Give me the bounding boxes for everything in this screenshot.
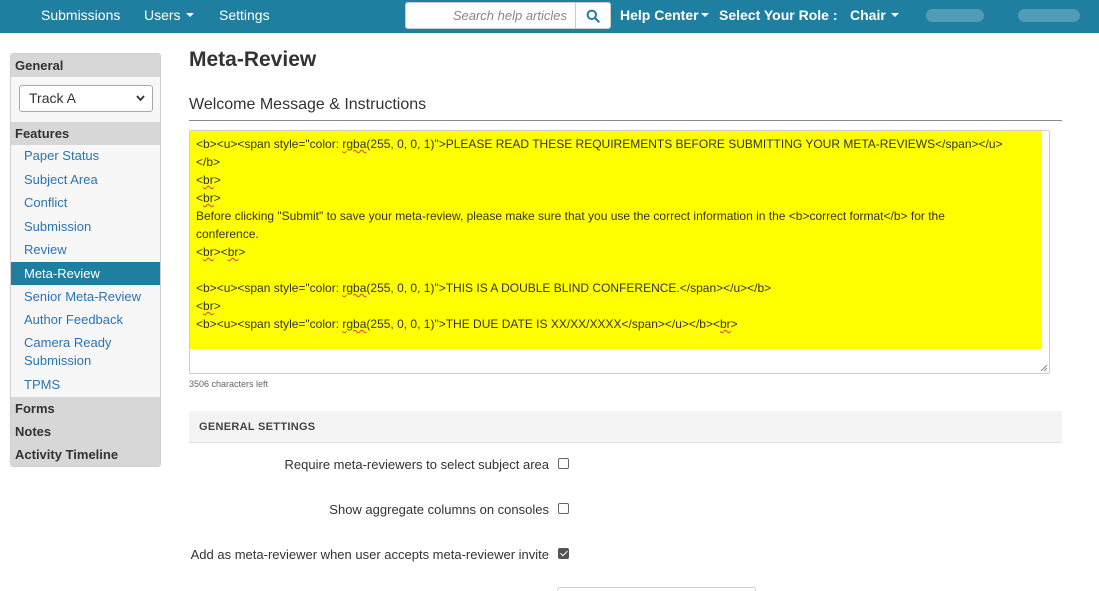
nav-submissions[interactable]: Submissions xyxy=(41,0,120,33)
search-button[interactable] xyxy=(575,3,610,28)
editor-line: <b><u><span style="color: rgba(255, 0, 0… xyxy=(196,281,772,295)
editor-line: <b><u><span style="color: rgba(255, 0, 0… xyxy=(196,137,1003,151)
sidebar-item-senior-meta-review[interactable]: Senior Meta-Review xyxy=(11,288,160,306)
sidebar-header-activity-timeline[interactable]: Activity Timeline xyxy=(11,443,160,466)
role-label: Chair xyxy=(850,7,886,23)
nav-users-label: Users xyxy=(144,7,181,23)
editor-line: <br> xyxy=(196,299,221,313)
editor-line: </b> xyxy=(196,155,221,169)
sidebar-item-conflict[interactable]: Conflict xyxy=(11,194,160,212)
chevron-down-icon xyxy=(136,95,145,102)
sidebar-item-camera-ready-submission[interactable]: Camera Ready Submission xyxy=(11,334,131,370)
page-title: Meta-Review xyxy=(189,48,317,71)
sidebar-item-submission[interactable]: Submission xyxy=(11,218,160,236)
welcome-message-editor[interactable]: <b><u><span style="color: rgba(255, 0, 0… xyxy=(189,130,1050,374)
sidebar-item-review[interactable]: Review xyxy=(11,241,160,259)
editor-line: <br><br> xyxy=(196,245,246,259)
editor-line: conference. xyxy=(196,227,259,241)
add-meta-reviewer-checkbox[interactable] xyxy=(558,548,569,559)
editor-line: <br> xyxy=(196,191,221,205)
editor-line: Before clicking "Submit" to save your me… xyxy=(196,209,945,223)
nav-help-center[interactable]: Help Center xyxy=(620,0,709,33)
role-dropdown[interactable]: Chair xyxy=(850,0,899,33)
caret-down-icon xyxy=(185,13,194,18)
sidebar-item-tpms[interactable]: TPMS xyxy=(11,376,160,394)
require-subject-area-checkbox[interactable] xyxy=(558,458,569,469)
sidebar-header-notes[interactable]: Notes xyxy=(11,420,160,443)
section-title: Welcome Message & Instructions xyxy=(189,96,427,113)
section-divider xyxy=(189,120,1062,121)
general-settings-header: GENERAL SETTINGS xyxy=(189,411,1062,443)
nav-settings[interactable]: Settings xyxy=(219,0,270,33)
sidebar-header-general: General xyxy=(11,54,160,77)
sidebar-item-paper-status[interactable]: Paper Status xyxy=(11,147,160,165)
search-input[interactable] xyxy=(406,3,575,28)
setting-label-show-aggregate-columns: Show aggregate columns on consoles xyxy=(329,502,549,517)
nav-users[interactable]: Users xyxy=(144,0,194,33)
editor-line: <br> xyxy=(196,173,221,187)
user-name-redacted[interactable] xyxy=(926,9,984,22)
show-aggregate-columns-checkbox[interactable] xyxy=(558,503,569,514)
characters-left-counter: 3506 characters left xyxy=(189,379,269,389)
caret-down-icon xyxy=(700,13,709,18)
setting-label-require-subject-area: Require meta-reviewers to select subject… xyxy=(284,457,549,472)
setting-label-add-meta-reviewer: Add as meta-reviewer when user accepts m… xyxy=(190,547,549,562)
sidebar-header-features: Features xyxy=(11,122,160,145)
sidebar: General Track A Features Paper Status Su… xyxy=(10,53,161,467)
help-center-label: Help Center xyxy=(620,7,699,23)
sidebar-item-subject-area[interactable]: Subject Area xyxy=(11,171,160,189)
editor-line: <b><u><span style="color: rgba(255, 0, 0… xyxy=(196,317,738,331)
track-select-value: Track A xyxy=(29,90,76,106)
top-navbar: Submissions Users Settings Help Center S… xyxy=(0,0,1099,33)
help-search xyxy=(405,2,611,29)
sidebar-item-meta-review[interactable]: Meta-Review xyxy=(11,262,160,285)
next-setting-field[interactable] xyxy=(557,587,756,591)
track-select[interactable]: Track A xyxy=(19,85,153,112)
search-icon xyxy=(586,9,600,23)
select-role-label: Select Your Role : xyxy=(719,7,838,23)
caret-down-icon xyxy=(890,13,899,18)
user-menu-redacted[interactable] xyxy=(1018,9,1080,22)
sidebar-item-author-feedback[interactable]: Author Feedback xyxy=(11,311,160,329)
resize-grip-icon[interactable] xyxy=(1040,364,1048,372)
editor-content: <b><u><span style="color: rgba(255, 0, 0… xyxy=(196,135,1046,333)
sidebar-header-forms[interactable]: Forms xyxy=(11,397,160,420)
